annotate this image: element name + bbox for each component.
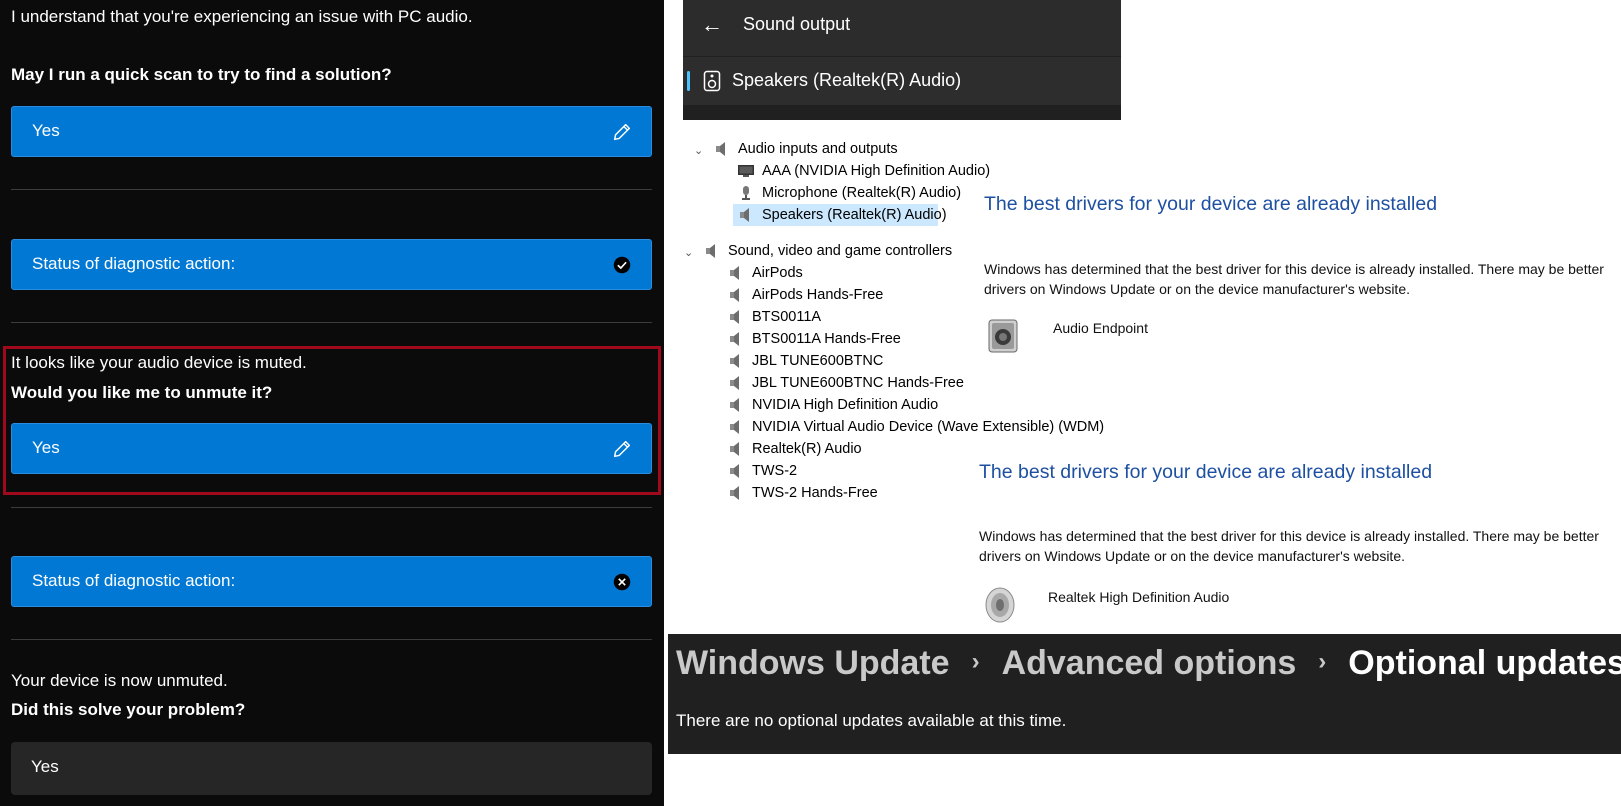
speaker-icon xyxy=(730,486,739,500)
tree-group-sound-controllers[interactable]: Sound, video and game controllers xyxy=(728,242,952,260)
no-updates-message: There are no optional updates available … xyxy=(676,711,1067,730)
driver-device-name: Audio Endpoint xyxy=(1053,320,1148,336)
divider xyxy=(11,507,652,508)
selection-accent xyxy=(687,71,690,91)
tree-item[interactable]: AAA (NVIDIA High Definition Audio) xyxy=(762,162,990,180)
unmuted-message: Your device is now unmuted. xyxy=(11,671,228,690)
tree-item[interactable]: BTS0011A Hands-Free xyxy=(752,330,901,348)
chevron-down-icon[interactable]: ⌄ xyxy=(694,142,703,160)
sound-output-device[interactable]: Speakers (Realtek(R) Audio) xyxy=(683,57,1121,105)
driver-status-body: Windows has determined that the best dri… xyxy=(984,261,1604,297)
tree-item[interactable]: NVIDIA Virtual Audio Device (Wave Extens… xyxy=(752,418,1104,436)
speaker-icon xyxy=(716,142,725,156)
diagnostic-status-label: Status of diagnostic action: xyxy=(32,571,236,590)
tree-item[interactable]: NVIDIA High Definition Audio xyxy=(752,396,938,414)
scan-question: May I run a quick scan to try to find a … xyxy=(11,65,392,84)
scan-yes-button[interactable]: Yes xyxy=(11,106,652,157)
audio-endpoint-icon xyxy=(988,319,1018,353)
scan-yes-label: Yes xyxy=(32,121,60,140)
monitor-icon xyxy=(738,165,754,177)
driver-status-body: Windows has determined that the best dri… xyxy=(979,528,1599,564)
divider xyxy=(11,189,652,190)
tree-item[interactable]: TWS-2 xyxy=(752,462,797,480)
sound-output-title: Sound output xyxy=(743,14,851,34)
tree-item[interactable]: AirPods Hands-Free xyxy=(752,286,883,304)
tree-item[interactable]: JBL TUNE600BTNC Hands-Free xyxy=(752,374,964,392)
sound-output-device-label: Speakers (Realtek(R) Audio) xyxy=(732,70,962,90)
driver-status-title: The best drivers for your device are alr… xyxy=(984,193,1438,215)
error-circle-icon xyxy=(613,573,631,591)
diagnostic-status-label: Status of diagnostic action: xyxy=(32,254,236,273)
chevron-right-icon: › xyxy=(971,648,980,675)
speaker-icon xyxy=(703,70,721,92)
tree-item[interactable]: TWS-2 Hands-Free xyxy=(752,484,878,502)
solved-question: Did this solve your problem? xyxy=(11,700,246,719)
chevron-right-icon: › xyxy=(1318,648,1327,675)
divider xyxy=(11,639,652,640)
solved-yes-button[interactable]: Yes xyxy=(11,742,652,795)
speaker-icon xyxy=(730,332,739,346)
solved-yes-label: Yes xyxy=(31,757,59,776)
speaker-device-icon xyxy=(985,587,1015,623)
tree-item[interactable]: AirPods xyxy=(752,264,803,282)
diagnostic-status-card: Status of diagnostic action: xyxy=(11,556,652,607)
windows-update-panel: Windows Update › Advanced options › Optional… xyxy=(668,634,1621,754)
edit-pencil-icon[interactable] xyxy=(611,438,633,460)
unmute-yes-label: Yes xyxy=(32,438,60,457)
troubleshooter-chat-panel: I understand that you're experiencing an… xyxy=(0,0,664,806)
speaker-icon xyxy=(730,266,739,280)
speaker-icon xyxy=(730,464,739,478)
speaker-icon xyxy=(730,398,739,412)
speaker-icon xyxy=(730,420,739,434)
breadcrumb-advanced-options[interactable]: Advanced options xyxy=(1002,644,1297,682)
breadcrumb-windows-update[interactable]: Windows Update xyxy=(676,644,950,682)
intro-message: I understand that you're experiencing an… xyxy=(11,7,473,26)
speaker-icon xyxy=(730,288,739,302)
speaker-icon xyxy=(730,310,739,324)
unmute-question: Would you like me to unmute it? xyxy=(11,383,273,402)
tree-group-audio-io[interactable]: Audio inputs and outputs xyxy=(738,140,898,158)
edit-pencil-icon[interactable] xyxy=(611,121,633,143)
unmute-yes-button[interactable]: Yes xyxy=(11,423,652,474)
microphone-icon xyxy=(742,186,750,200)
breadcrumb-optional-updates: Optional updates xyxy=(1348,644,1621,682)
speaker-icon xyxy=(730,354,739,368)
sound-output-header: ← Sound output xyxy=(683,0,1121,56)
tree-item[interactable]: JBL TUNE600BTNC xyxy=(752,352,883,370)
speaker-icon xyxy=(706,244,715,258)
divider xyxy=(11,322,652,323)
tree-item[interactable]: Realtek(R) Audio xyxy=(752,440,862,458)
driver-status-title: The best drivers for your device are alr… xyxy=(979,461,1433,483)
chevron-down-icon[interactable]: ⌄ xyxy=(684,244,693,262)
speaker-icon xyxy=(740,208,749,222)
diagnostic-status-card: Status of diagnostic action: xyxy=(11,239,652,290)
tree-item-selected[interactable]: Speakers (Realtek(R) Audio) xyxy=(762,206,947,224)
checkmark-circle-icon xyxy=(613,256,631,274)
tree-item[interactable]: BTS0011A xyxy=(752,308,821,326)
breadcrumb: Windows Update › Advanced options › Optional… xyxy=(676,644,1621,683)
driver-device-name: Realtek High Definition Audio xyxy=(1048,589,1230,605)
speaker-icon xyxy=(730,442,739,456)
tree-item[interactable]: Microphone (Realtek(R) Audio) xyxy=(762,184,961,202)
sound-output-panel: ← Sound output Speakers (Realtek(R) Audi… xyxy=(683,0,1121,120)
speaker-icon xyxy=(730,376,739,390)
back-arrow-icon[interactable]: ← xyxy=(701,12,723,38)
muted-message: It looks like your audio device is muted… xyxy=(11,353,307,372)
